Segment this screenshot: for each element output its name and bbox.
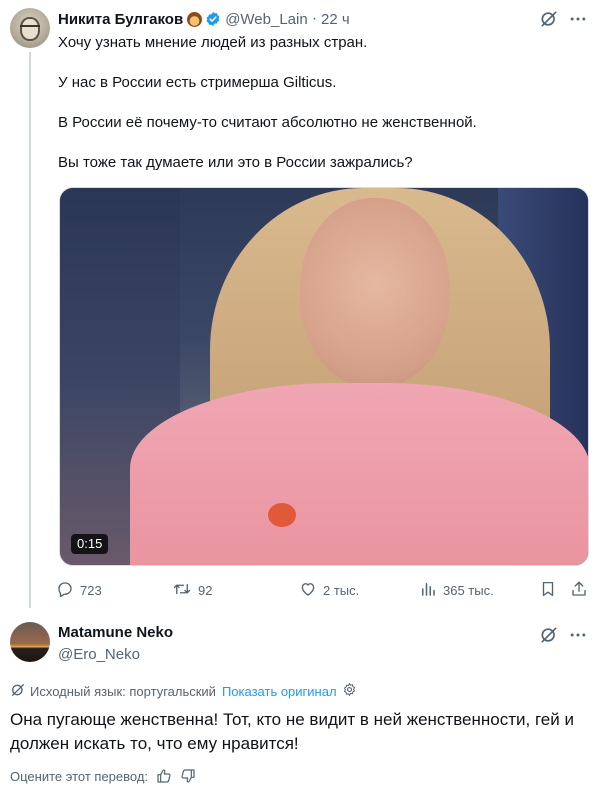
- share-button[interactable]: [570, 580, 594, 601]
- shirt-logo: [268, 503, 296, 527]
- author-handle[interactable]: @Web_Lain: [225, 11, 308, 28]
- bookmark-icon: [539, 580, 563, 601]
- tweet-actions: 723 92 2 тыс. 365 тыс.: [56, 580, 591, 600]
- tweet-time[interactable]: 22 ч: [321, 11, 350, 28]
- tweet-paragraph: У нас в России есть стримерша Gilticus.: [58, 74, 337, 91]
- repost-count: 92: [198, 583, 213, 598]
- grok-icon[interactable]: [539, 9, 559, 34]
- show-original-link[interactable]: Показать оригинал: [222, 684, 337, 699]
- reply-text: Она пугающе женственна! Тот, кто не види…: [10, 710, 574, 753]
- tweet-paragraph: Хочу узнать мнение людей из разных стран…: [58, 34, 368, 51]
- repost-icon: [172, 580, 198, 601]
- thumbs-down-icon[interactable]: [180, 768, 196, 784]
- rate-translation: Оцените этот перевод:: [10, 767, 196, 785]
- more-icon[interactable]: [568, 9, 588, 34]
- rate-translation-label: Оцените этот перевод:: [10, 768, 149, 784]
- like-count: 2 тыс.: [323, 583, 360, 598]
- more-icon[interactable]: [568, 625, 588, 650]
- views-count: 365 тыс.: [443, 583, 494, 598]
- video-duration-badge: 0:15: [71, 534, 109, 554]
- author-avatar[interactable]: [10, 8, 50, 48]
- video-subject-shirt: [130, 383, 588, 565]
- reply-author-avatar[interactable]: [10, 622, 50, 662]
- separator-dot: ·: [311, 10, 318, 27]
- repost-button[interactable]: 92: [172, 580, 212, 601]
- views-button[interactable]: 365 тыс.: [419, 580, 494, 601]
- video-subject-face: [300, 198, 450, 388]
- emoji-badge-icon: [187, 11, 203, 27]
- thumbs-up-icon[interactable]: [156, 768, 172, 784]
- source-language-label: Исходный язык: португальский: [30, 683, 216, 699]
- reply-author-name[interactable]: Matamune Neko: [58, 624, 173, 641]
- tweet-header: Никита Булгаков @Web_Lain · 22 ч: [58, 9, 350, 29]
- settings-icon[interactable]: [342, 682, 361, 700]
- reply-author-handle[interactable]: @Ero_Neko: [58, 646, 140, 663]
- avatar-glasses: [20, 25, 40, 30]
- translate-icon: [10, 682, 30, 701]
- tweet-text: Хочу узнать мнение людей из разных стран…: [58, 33, 588, 193]
- main-tweet: Никита Булгаков @Web_Lain · 22 ч Хочу уз…: [0, 0, 600, 612]
- author-name[interactable]: Никита Булгаков: [58, 11, 183, 28]
- views-icon: [419, 580, 443, 601]
- grok-icon[interactable]: [539, 625, 559, 650]
- verified-icon[interactable]: [205, 11, 221, 27]
- thread-line: [29, 52, 31, 608]
- reply-button[interactable]: 723: [56, 580, 102, 601]
- like-icon: [299, 580, 323, 601]
- translation-notice: Исходный язык: португальский Показать ор…: [10, 682, 361, 700]
- bookmark-button[interactable]: [539, 580, 563, 601]
- reply-icon: [56, 580, 80, 601]
- tweet-paragraph: Вы тоже так думаете или это в России заж…: [58, 154, 413, 171]
- share-icon: [570, 580, 594, 601]
- video-player[interactable]: 0:15: [59, 187, 589, 566]
- reply-count: 723: [80, 583, 102, 598]
- tweet-paragraph: В России её почему-то считают абсолютно …: [58, 114, 477, 131]
- like-button[interactable]: 2 тыс.: [299, 580, 359, 601]
